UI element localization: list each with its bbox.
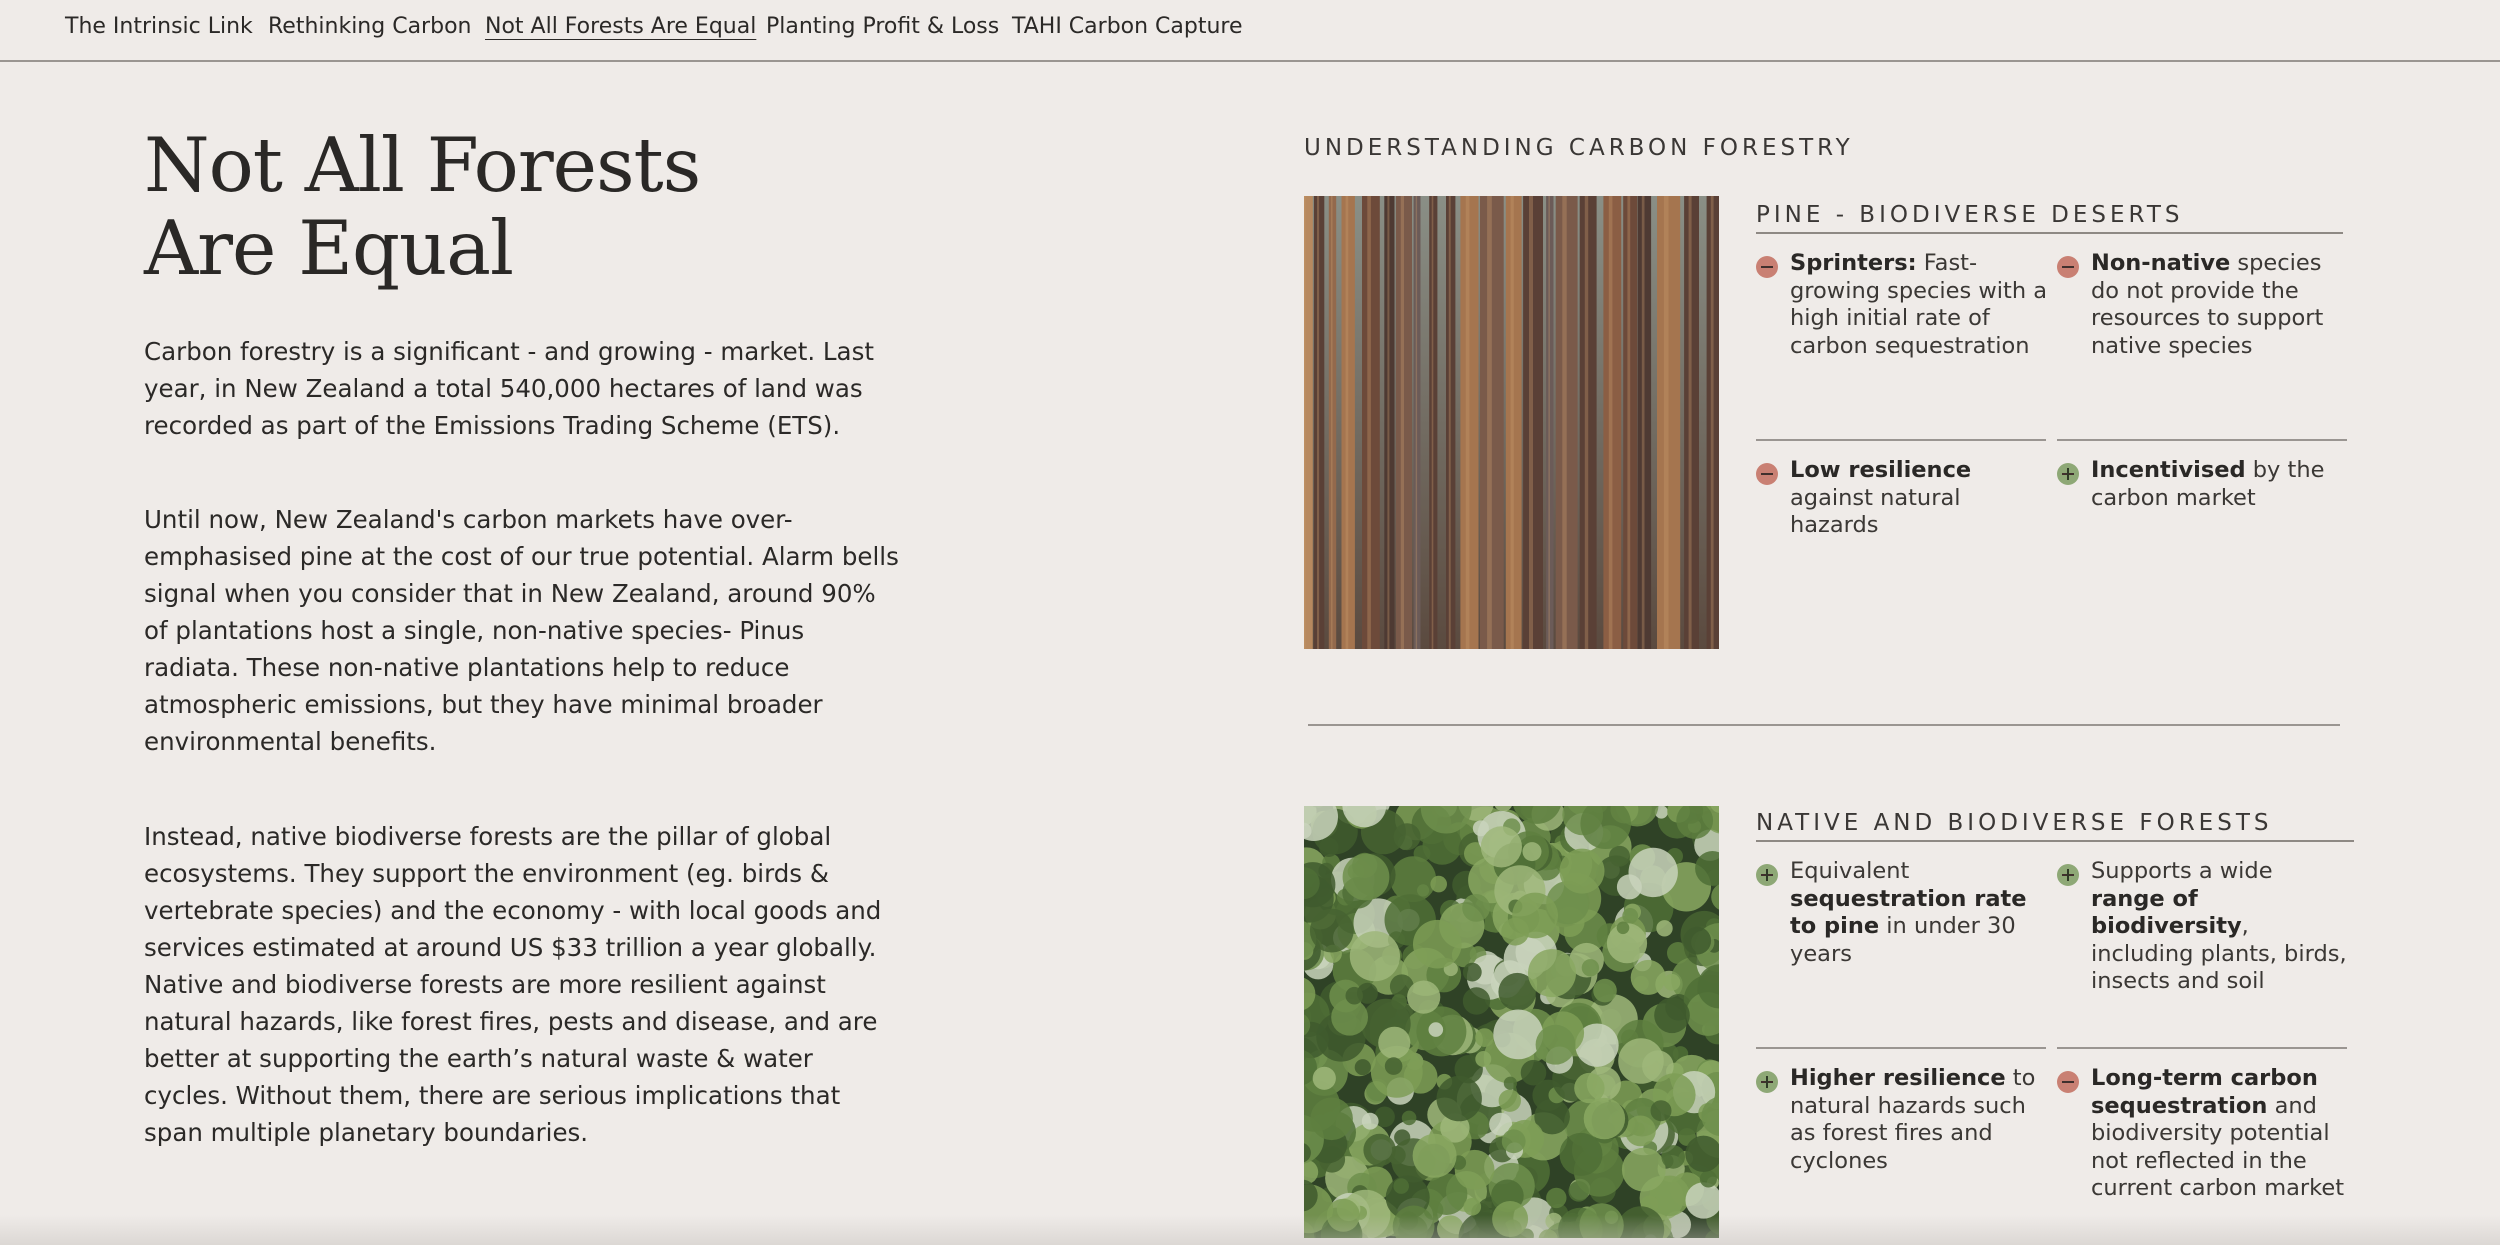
section-divider (1308, 724, 2340, 726)
feature-text: Incentivised by the carbon market (2091, 457, 2325, 511)
nav-link-not-all-forests[interactable]: Not All Forests Are Equal (485, 13, 756, 41)
feature-rule (2057, 439, 2347, 441)
plus-icon (2057, 463, 2079, 485)
nav-link-intrinsic-link[interactable]: The Intrinsic Link (65, 13, 253, 41)
feature-text: Higher resilience to natural hazards suc… (1790, 1065, 2036, 1174)
feature-rule (1756, 439, 2046, 441)
page-title: Not All Forests Are Equal (144, 124, 844, 290)
pine-paragraph: Until now, New Zealand's carbon markets … (144, 505, 899, 756)
nav-link-tahi-carbon-capture[interactable]: TAHI Carbon Capture (1012, 13, 1243, 41)
feature-text: Equivalent sequestration rate to pine in… (1790, 858, 2027, 967)
native-card-title: NATIVE AND BIODIVERSE FORESTS (1756, 810, 2354, 842)
nav-link-rethinking-carbon[interactable]: Rethinking Carbon (268, 13, 471, 41)
minus-icon (1756, 463, 1778, 485)
feature-text: Low resilience against natural hazards (1790, 457, 1972, 538)
page-title-line-2: Are Equal (144, 204, 514, 292)
intro-paragraph: Carbon forestry is a significant - and g… (144, 337, 874, 440)
feature-text: Sprinters: Fast-growing species with a h… (1790, 250, 2048, 359)
bottom-shade (0, 1215, 2500, 1245)
plus-icon (1756, 1071, 1778, 1093)
feature-rule (1756, 1047, 2046, 1049)
minus-icon (2057, 1071, 2079, 1093)
page-title-line-1: Not All Forests (144, 121, 701, 209)
native-paragraph: Instead, native biodiverse forests are t… (144, 822, 882, 1147)
minus-icon (1756, 256, 1778, 278)
native-forest-image (1304, 806, 1719, 1238)
top-nav: The Intrinsic Link Rethinking Carbon Not… (0, 0, 2500, 62)
pine-forest-image (1304, 196, 1719, 649)
feature-text: Supports a wide range of biodiversity, i… (2091, 858, 2347, 994)
nav-link-planting-profit-loss[interactable]: Planting Profit & Loss (766, 13, 999, 41)
plus-icon (2057, 864, 2079, 886)
plus-icon (1756, 864, 1778, 886)
section-heading: UNDERSTANDING CARBON FORESTRY (1304, 135, 1854, 161)
feature-text: Long-term carbon sequestration and biodi… (2091, 1065, 2345, 1201)
feature-text: Non-native species do not provide the re… (2091, 250, 2324, 359)
pine-card-title: PINE - BIODIVERSE DESERTS (1756, 202, 2343, 234)
minus-icon (2057, 256, 2079, 278)
feature-rule (2057, 1047, 2347, 1049)
